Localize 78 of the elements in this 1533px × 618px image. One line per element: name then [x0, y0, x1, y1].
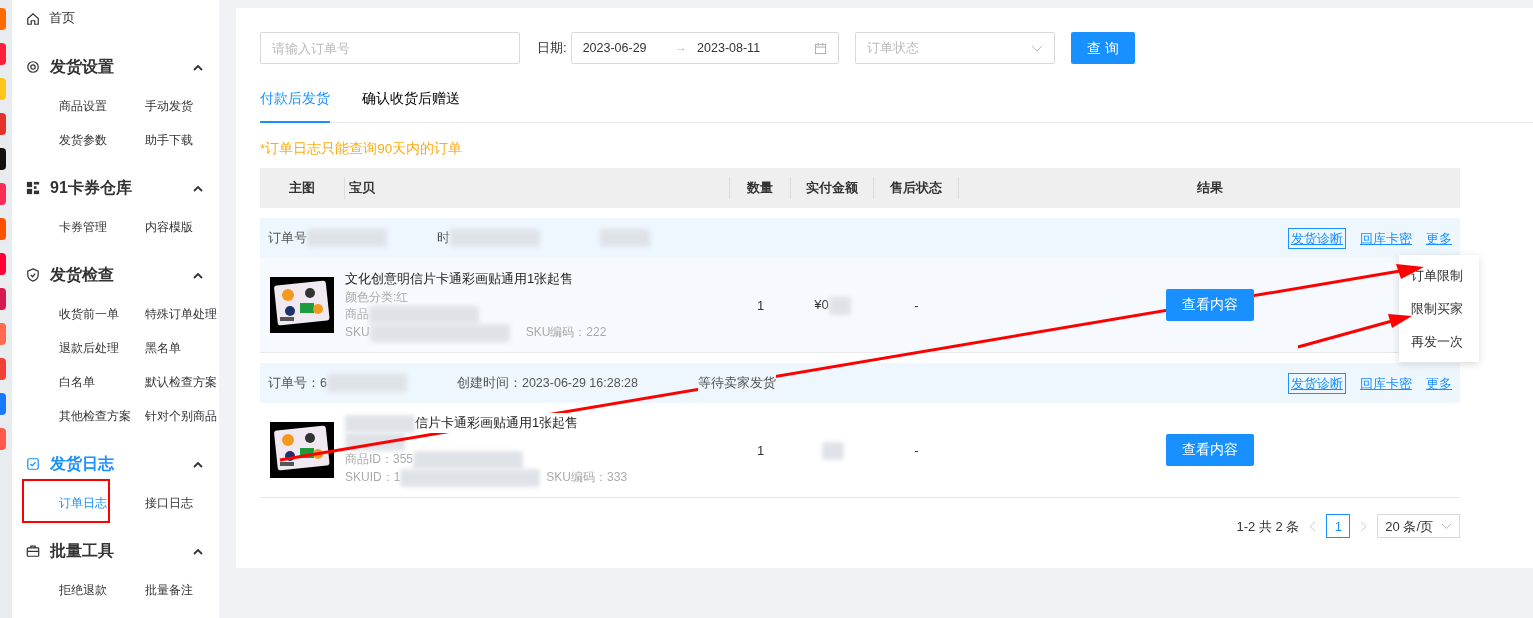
order-created-time: 时: [437, 229, 450, 247]
notice-text: *订单日志只能查询90天内的订单: [260, 140, 464, 159]
chevron-down-icon: [1030, 44, 1043, 52]
product-id: 商品: [345, 306, 369, 321]
product-id: 商品ID：355: [345, 452, 414, 467]
sidebar-item[interactable]: 内容模版: [145, 210, 193, 244]
sidebar-item[interactable]: 白名单: [59, 365, 95, 399]
order-number: 订单号：6: [268, 374, 327, 392]
sku-code: SKU编码：222: [525, 323, 607, 341]
sku-code: SKU编码：333: [546, 469, 628, 487]
quantity-cell-text: 1: [755, 296, 766, 315]
tab[interactable]: 确认收货后赠送: [362, 79, 460, 124]
calendar-icon[interactable]: [813, 41, 827, 55]
sidebar-item[interactable]: 收货前一单: [59, 297, 119, 331]
chevron-up-icon[interactable]: [193, 184, 203, 192]
chevron-up-icon[interactable]: [193, 460, 203, 468]
date-start: 2023-06-29: [582, 39, 647, 57]
sidebar-item[interactable]: 针对个别商品: [145, 399, 217, 433]
sidebar-item[interactable]: 商品设置: [59, 89, 107, 123]
sidebar-item[interactable]: 接口日志: [145, 486, 193, 520]
sidebar-section-title[interactable]: 发货设置: [50, 55, 114, 79]
column-header: 实付金额: [791, 177, 874, 200]
date-label: 日期:: [537, 39, 567, 58]
sidebar-item[interactable]: 卡券管理: [59, 210, 107, 244]
sidebar-item[interactable]: 助手下载: [145, 123, 193, 157]
checkbox-icon: [26, 457, 40, 471]
product-title: 信片卡通彩画贴通用1张起售: [345, 413, 579, 434]
sidebar-item[interactable]: 发货参数: [59, 123, 107, 157]
sidebar-item[interactable]: 手动发货: [145, 89, 193, 123]
sidebar-item[interactable]: 其他检查方案: [59, 399, 131, 433]
sidebar-section-title[interactable]: 发货检查: [50, 263, 114, 287]
shield-icon: [26, 268, 40, 282]
after-sale-cell-text: -: [913, 296, 920, 315]
gear-icon: [26, 60, 40, 74]
column-header: 结果: [1195, 179, 1224, 198]
date-range-field[interactable]: 2023-06-29 → 2023-08-11: [570, 32, 839, 64]
chevron-up-icon[interactable]: [193, 271, 203, 279]
chevron-up-icon[interactable]: [193, 63, 203, 71]
quantity-cell-text: 1: [755, 441, 766, 460]
after-sale-cell-text: -: [913, 441, 920, 460]
date-end: 2023-08-11: [697, 39, 761, 57]
column-header: 售后状态: [874, 177, 959, 200]
blurred-text: [821, 442, 844, 461]
sidebar-item[interactable]: 首页: [49, 8, 75, 28]
menu-item[interactable]: 再发一次: [1399, 325, 1479, 358]
pagination-summary: 1-2 共 2 条: [1236, 517, 1300, 536]
order-number: 订单号: [268, 229, 307, 247]
chevron-right-icon[interactable]: [1360, 520, 1368, 532]
date-arrow: →: [674, 39, 688, 57]
app-icon[interactable]: [0, 148, 6, 170]
sidebar-item[interactable]: 批量备注: [145, 573, 193, 607]
chevron-up-icon[interactable]: [193, 547, 203, 555]
grid-icon: [26, 181, 40, 195]
chevron-left-icon[interactable]: [1309, 520, 1317, 532]
product-title: 文化创意明信片卡通彩画贴通用1张起售: [345, 269, 574, 289]
sidebar-item[interactable]: 黑名单: [145, 331, 181, 365]
order-status: 等待卖家发货: [698, 373, 777, 393]
column-header: 主图: [260, 177, 345, 200]
order-created-time: 创建时间：2023-06-29 16:28:28: [456, 374, 639, 392]
blurred-text: [345, 415, 415, 434]
sidebar-item[interactable]: 拒绝退款: [59, 573, 107, 607]
sku-id: SKUID：1: [345, 469, 401, 487]
sidebar-section-title[interactable]: 91卡券仓库: [50, 176, 132, 200]
menu-item[interactable]: 订单限制: [1399, 259, 1479, 292]
product-spec: 颜色分类:红: [345, 288, 410, 306]
sidebar-item[interactable]: 退款后处理: [59, 331, 119, 365]
chevron-down-icon: [1441, 522, 1452, 530]
sidebar-item[interactable]: 特殊订单处理: [145, 297, 217, 331]
amount-cell: ¥0: [814, 297, 829, 313]
sidebar-section-title[interactable]: 批量工具: [50, 539, 114, 563]
order-search-field[interactable]: 请输入订单号: [260, 32, 520, 64]
sku-id: SKU: [345, 323, 370, 341]
page-size-select[interactable]: 20 条/页: [1377, 514, 1460, 539]
column-header: 宝贝: [345, 177, 730, 200]
briefcase-icon: [26, 544, 40, 558]
column-header: 数量: [730, 177, 791, 200]
sidebar-item[interactable]: 默认检查方案: [145, 365, 217, 399]
menu-item[interactable]: 限制买家: [1399, 292, 1479, 325]
